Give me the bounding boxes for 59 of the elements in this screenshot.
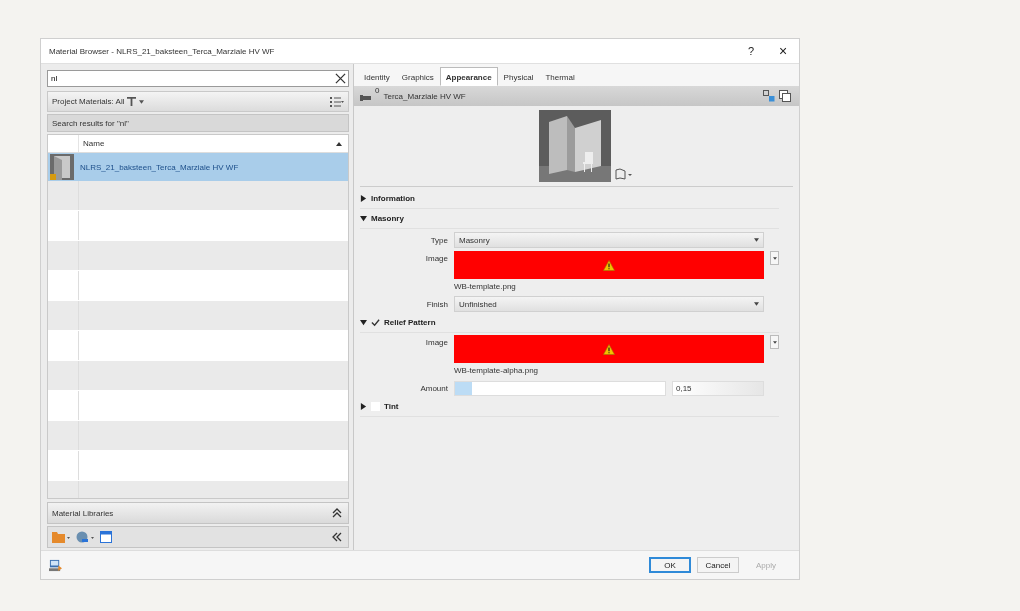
dropdown-field[interactable]: Unfinished [454, 296, 764, 312]
field-label: Image [424, 254, 448, 263]
material-row[interactable]: NLRS_21_baksteen_Terca_Marziale HV WF [48, 153, 348, 181]
tab[interactable]: Physical [497, 69, 540, 86]
dialog-button[interactable]: OK [649, 557, 691, 573]
caret-icon[interactable] [139, 99, 145, 104]
expand-arrow-icon[interactable] [360, 403, 367, 410]
usage-count: 0 [375, 86, 380, 95]
tab[interactable]: Appearance [439, 67, 498, 86]
warning-icon [603, 343, 615, 355]
file-name: WB-template.png [454, 281, 516, 291]
results-label: Search results for "nl" [52, 118, 129, 128]
file-name: WB-template-alpha.png [454, 365, 539, 375]
help-button[interactable]: ? [735, 45, 767, 57]
dialog-button[interactable]: Cancel [697, 557, 739, 573]
expand-arrow-icon[interactable] [360, 215, 367, 222]
clear-icon[interactable] [335, 73, 346, 84]
amount-slider[interactable] [454, 380, 666, 396]
preview-shape-icon[interactable] [614, 168, 633, 180]
computer-icon[interactable] [49, 558, 62, 572]
expand-arrow-icon[interactable] [360, 195, 367, 202]
panel-icon[interactable] [100, 531, 112, 543]
field-label: Finish [425, 299, 448, 309]
caret-icon [754, 302, 759, 306]
search-field[interactable]: nl [47, 70, 349, 87]
filter-label[interactable]: Project Materials: All [52, 97, 125, 106]
caret-icon [754, 238, 759, 242]
asset-name: Terca_Marziale HV WF [383, 91, 466, 101]
section-title[interactable]: Information [371, 194, 415, 203]
warning-icon [603, 259, 615, 271]
amount-field[interactable]: 0,15 [672, 380, 764, 396]
collapse-chevrons-icon[interactable] [332, 532, 342, 542]
section-title[interactable]: Relief Pattern [384, 318, 436, 327]
caret-icon [772, 256, 777, 260]
field-label: Image [424, 338, 448, 347]
tab[interactable]: Graphics [395, 69, 440, 86]
dropdown-field[interactable]: Masonry [454, 232, 764, 248]
tab[interactable]: Thermal [539, 69, 581, 86]
image-menu-button[interactable] [770, 335, 779, 349]
expand-chevrons-icon[interactable] [332, 508, 342, 518]
replace-asset-icon[interactable] [763, 90, 775, 102]
caret-icon [772, 340, 777, 344]
section-checkbox[interactable] [371, 318, 380, 327]
expand-arrow-icon[interactable] [360, 319, 367, 326]
sort-arrow-icon[interactable] [336, 141, 342, 146]
funnel-icon[interactable] [127, 97, 137, 106]
duplicate-icon[interactable] [779, 90, 791, 102]
tab[interactable]: Identity [358, 69, 396, 86]
column-header[interactable]: Name [79, 139, 336, 148]
image-menu-button[interactable] [770, 251, 779, 265]
close-button[interactable]: × [767, 43, 799, 59]
libraries-label: Material Libraries [52, 508, 114, 518]
field-label: Amount [419, 383, 448, 393]
list-view-icon[interactable] [330, 96, 344, 107]
section-title[interactable]: Masonry [371, 214, 404, 223]
section-title[interactable]: Tint [384, 402, 399, 411]
globe-icon[interactable] [76, 531, 94, 543]
field-label: Type [429, 235, 448, 245]
window-title: Material Browser - NLRS_21_baksteen_Terca_Marziale HV WF [49, 46, 276, 56]
